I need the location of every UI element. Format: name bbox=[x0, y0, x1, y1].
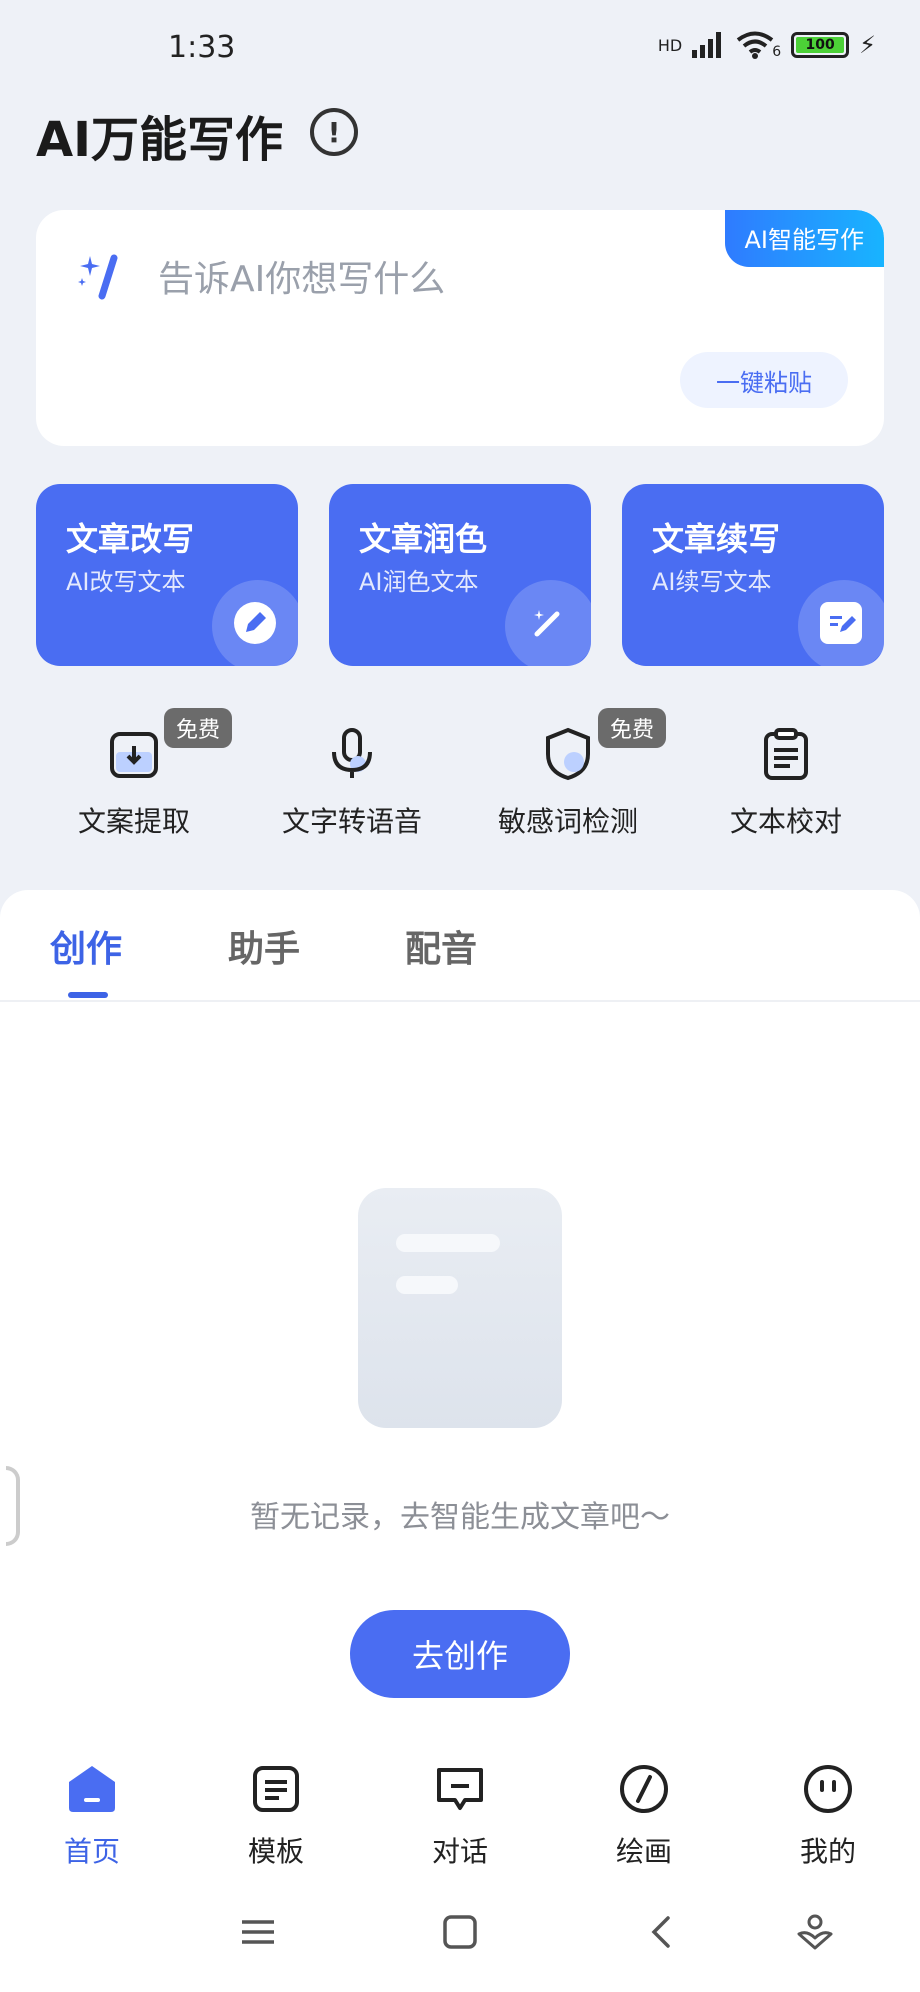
nav-label: 对话 bbox=[431, 1835, 488, 1868]
nav-label: 模板 bbox=[247, 1835, 304, 1868]
magic-wand-icon bbox=[527, 602, 569, 644]
nav-label: 我的 bbox=[799, 1835, 856, 1868]
note-edit-icon bbox=[820, 602, 862, 644]
info-circle-icon[interactable]: ! bbox=[310, 108, 358, 156]
tool-text-to-speech[interactable]: 文字转语音 bbox=[254, 726, 450, 840]
chat-icon bbox=[437, 1768, 483, 1810]
free-badge: 免费 bbox=[164, 708, 233, 748]
feature-card-continue[interactable]: 文章续写 AI续写文本 bbox=[622, 484, 884, 666]
illustration-line bbox=[396, 1276, 458, 1294]
tab-active-indicator bbox=[68, 992, 108, 998]
feature-subtitle: AI润色文本 bbox=[359, 568, 479, 596]
battery-level: 100 bbox=[796, 37, 845, 53]
empty-document-illustration bbox=[358, 1188, 562, 1428]
network-label: HD bbox=[657, 35, 683, 55]
tab-dubbing[interactable]: 配音 bbox=[405, 920, 477, 972]
feature-title: 文章改写 bbox=[66, 520, 195, 558]
nav-paint[interactable]: 绘画 bbox=[584, 1762, 704, 1870]
wifi-generation: 6 bbox=[772, 44, 782, 60]
feature-subtitle: AI改写文本 bbox=[66, 568, 186, 596]
feature-card-rewrite[interactable]: 文章改写 AI改写文本 bbox=[36, 484, 298, 666]
feature-card-polish[interactable]: 文章润色 AI润色文本 bbox=[329, 484, 591, 666]
assistant-icon[interactable] bbox=[795, 1912, 835, 1952]
pen-edit-icon bbox=[234, 602, 276, 644]
paint-icon bbox=[620, 1765, 668, 1813]
back-icon[interactable] bbox=[642, 1912, 682, 1952]
home-button-icon[interactable] bbox=[440, 1912, 480, 1952]
tab-divider bbox=[0, 1000, 920, 1002]
profile-icon bbox=[804, 1765, 852, 1813]
illustration-line bbox=[396, 1234, 500, 1252]
nav-label: 绘画 bbox=[615, 1835, 672, 1868]
prompt-input[interactable]: 告诉AI你想写什么 bbox=[158, 250, 445, 302]
status-time: 1:33 bbox=[168, 30, 236, 65]
feature-title: 文章润色 bbox=[359, 520, 488, 558]
nav-chat[interactable]: 对话 bbox=[400, 1762, 520, 1870]
tool-label: 文案提取 bbox=[77, 805, 190, 838]
tab-create[interactable]: 创作 bbox=[50, 920, 122, 972]
battery-icon: 100 bbox=[791, 32, 850, 58]
tool-label: 文字转语音 bbox=[281, 805, 422, 838]
wifi-icon bbox=[737, 31, 774, 59]
nav-templates[interactable]: 模板 bbox=[216, 1762, 336, 1870]
home-icon bbox=[69, 1766, 115, 1812]
free-badge: 免费 bbox=[598, 708, 667, 748]
clipboard-icon bbox=[764, 728, 808, 780]
ai-writing-badge: AI智能写作 bbox=[724, 210, 884, 267]
shield-icon bbox=[546, 727, 590, 781]
tool-proofread[interactable]: 文本校对 bbox=[688, 726, 884, 840]
tool-label: 文本校对 bbox=[729, 805, 842, 838]
signal-icon bbox=[692, 32, 722, 58]
feature-subtitle: AI续写文本 bbox=[652, 568, 772, 596]
nav-profile[interactable]: 我的 bbox=[768, 1762, 888, 1870]
prompt-input-card[interactable]: AI智能写作 告诉AI你想写什么 一键粘贴 bbox=[36, 210, 884, 446]
template-icon bbox=[253, 1766, 299, 1812]
microphone-icon bbox=[332, 728, 372, 778]
side-drawer-handle[interactable] bbox=[6, 1466, 20, 1546]
paste-button[interactable]: 一键粘贴 bbox=[680, 352, 848, 408]
go-create-button[interactable]: 去创作 bbox=[350, 1610, 570, 1698]
download-box-icon bbox=[110, 732, 158, 778]
empty-state-text: 暂无记录，去智能生成文章吧～ bbox=[250, 1500, 670, 1535]
page-title: AI万能写作 bbox=[36, 112, 284, 168]
sparkle-icon bbox=[78, 254, 118, 300]
feature-title: 文章续写 bbox=[652, 520, 781, 558]
nav-label: 首页 bbox=[63, 1835, 120, 1868]
status-icons: HD 6 100 ⚡ bbox=[658, 30, 876, 60]
tab-assistant[interactable]: 助手 bbox=[228, 920, 300, 972]
charging-icon: ⚡ bbox=[859, 31, 876, 59]
tool-label: 敏感词检测 bbox=[497, 805, 638, 838]
menu-icon[interactable] bbox=[238, 1912, 278, 1952]
nav-home[interactable]: 首页 bbox=[32, 1762, 152, 1870]
